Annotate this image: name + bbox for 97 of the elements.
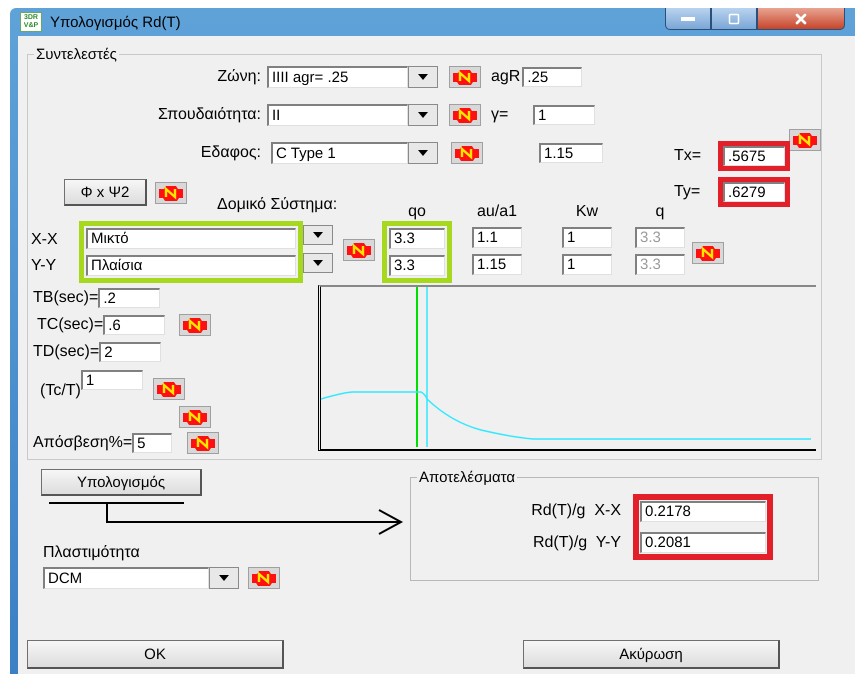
caret-icon xyxy=(418,74,428,80)
n-icon xyxy=(452,69,478,85)
caret-icon xyxy=(418,150,428,156)
combo-field[interactable]: Μικτό xyxy=(86,228,296,249)
column-header: qo xyxy=(408,203,426,221)
minimize-icon xyxy=(681,16,695,20)
n-icon xyxy=(452,107,478,123)
input-field[interactable]: 5 xyxy=(132,433,172,453)
dropdown-button[interactable] xyxy=(209,567,239,589)
caret-icon xyxy=(313,260,323,266)
note-button[interactable] xyxy=(248,567,280,589)
caret-icon xyxy=(313,232,323,238)
combo-field[interactable]: DCM xyxy=(43,567,209,589)
input-field[interactable]: 3.3 xyxy=(389,255,445,276)
maximize-button[interactable] xyxy=(711,8,757,30)
input-field[interactable]: 1 xyxy=(562,254,612,275)
n-icon xyxy=(182,317,208,333)
input-field[interactable]: 1.15 xyxy=(472,254,522,275)
dropdown-button[interactable] xyxy=(408,142,438,164)
field-label: Tx= xyxy=(674,147,702,165)
input-field[interactable]: 1.15 xyxy=(539,143,603,163)
axis-label: Y-Y xyxy=(31,257,58,275)
group-title: Αποτελέσματα xyxy=(418,469,516,486)
phi-psi-button[interactable]: Φ x Ψ2 xyxy=(64,179,147,206)
field-label: Σπουδαιότητα: xyxy=(157,106,261,124)
close-icon xyxy=(793,10,809,26)
output-field: .6279 xyxy=(723,182,785,202)
input-field: 3.3 xyxy=(635,254,685,275)
column-header: Kw xyxy=(576,203,598,221)
dropdown-button[interactable] xyxy=(408,66,438,88)
dropdown-button[interactable] xyxy=(303,225,333,245)
maximize-icon xyxy=(728,12,740,24)
n-icon xyxy=(695,245,721,261)
note-button[interactable] xyxy=(155,182,187,204)
input-field: 3.3 xyxy=(635,227,685,248)
field-label: Ζώνη: xyxy=(216,68,261,86)
input-field[interactable]: 3.3 xyxy=(389,228,445,249)
dropdown-button[interactable] xyxy=(408,104,438,126)
column-header: au/a1 xyxy=(476,203,518,221)
axis-label: X-X xyxy=(31,231,59,249)
n-icon xyxy=(251,570,277,586)
group-title: Συντελεστές xyxy=(35,46,118,63)
n-icon xyxy=(190,435,216,451)
combo-field[interactable]: C Type 1 xyxy=(271,142,408,164)
field-label: γ= xyxy=(491,106,510,124)
note-button[interactable] xyxy=(343,239,375,261)
note-button[interactable] xyxy=(179,314,212,336)
n-icon xyxy=(158,184,184,200)
caret-icon xyxy=(418,112,428,118)
combo-field[interactable]: II xyxy=(267,104,408,126)
input-field[interactable]: 1 xyxy=(80,370,143,390)
column-header: q xyxy=(656,203,664,221)
note-button[interactable] xyxy=(692,242,724,264)
n-icon xyxy=(182,409,208,425)
input-field[interactable]: .6 xyxy=(103,315,166,335)
note-button[interactable] xyxy=(449,66,481,88)
window-title: Υπολογισμός Rd(T) xyxy=(50,14,182,30)
close-button[interactable] xyxy=(757,8,845,30)
field-label: TC(sec)= xyxy=(37,316,104,334)
field-label: Απόσβεση%= xyxy=(33,434,132,452)
result-label: Rd(T)/g Y-Y xyxy=(532,534,621,552)
input-field[interactable]: .2 xyxy=(98,288,160,308)
input-field[interactable]: 1 xyxy=(533,105,595,125)
note-button[interactable] xyxy=(179,406,211,428)
minimize-button[interactable] xyxy=(665,8,711,30)
field-label: TD(sec)= xyxy=(33,343,100,361)
field-label: Ty= xyxy=(674,183,702,201)
calculate-button[interactable]: Υπολογισμός xyxy=(41,469,202,496)
combo-field[interactable]: Πλαίσια xyxy=(86,255,296,276)
output-field: 0.2081 xyxy=(640,532,766,553)
field-label: Εδαφος: xyxy=(200,144,261,162)
ok-button[interactable]: OK xyxy=(27,640,284,669)
cancel-button[interactable]: Ακύρωση xyxy=(523,640,780,669)
note-button[interactable] xyxy=(187,432,220,454)
field-label: (Tc/T) xyxy=(40,382,81,400)
field-label: Πλαστιμότητα xyxy=(43,544,141,562)
output-field: 0.2178 xyxy=(640,501,766,522)
input-field[interactable]: 1.1 xyxy=(472,227,522,248)
n-icon xyxy=(454,145,480,161)
n-icon xyxy=(156,381,182,397)
note-button[interactable] xyxy=(451,142,483,164)
field-label: TB(sec)= xyxy=(33,289,98,307)
output-field: .5675 xyxy=(723,146,785,166)
note-button[interactable] xyxy=(789,129,821,151)
field-label: agR xyxy=(491,68,520,86)
input-field[interactable]: 1 xyxy=(562,227,612,248)
note-button[interactable] xyxy=(152,378,185,400)
n-icon xyxy=(792,132,818,148)
combo-field[interactable]: IIII agr= .25 xyxy=(267,66,408,88)
caret-icon xyxy=(219,575,229,581)
n-icon xyxy=(346,242,372,258)
input-field[interactable]: .25 xyxy=(522,67,582,87)
section-label: Δομικό Σύστημα: xyxy=(217,196,338,214)
note-button[interactable] xyxy=(449,104,481,126)
result-label: Rd(T)/g X-X xyxy=(531,502,621,520)
dropdown-button[interactable] xyxy=(303,253,333,273)
input-field[interactable]: 2 xyxy=(99,342,162,362)
